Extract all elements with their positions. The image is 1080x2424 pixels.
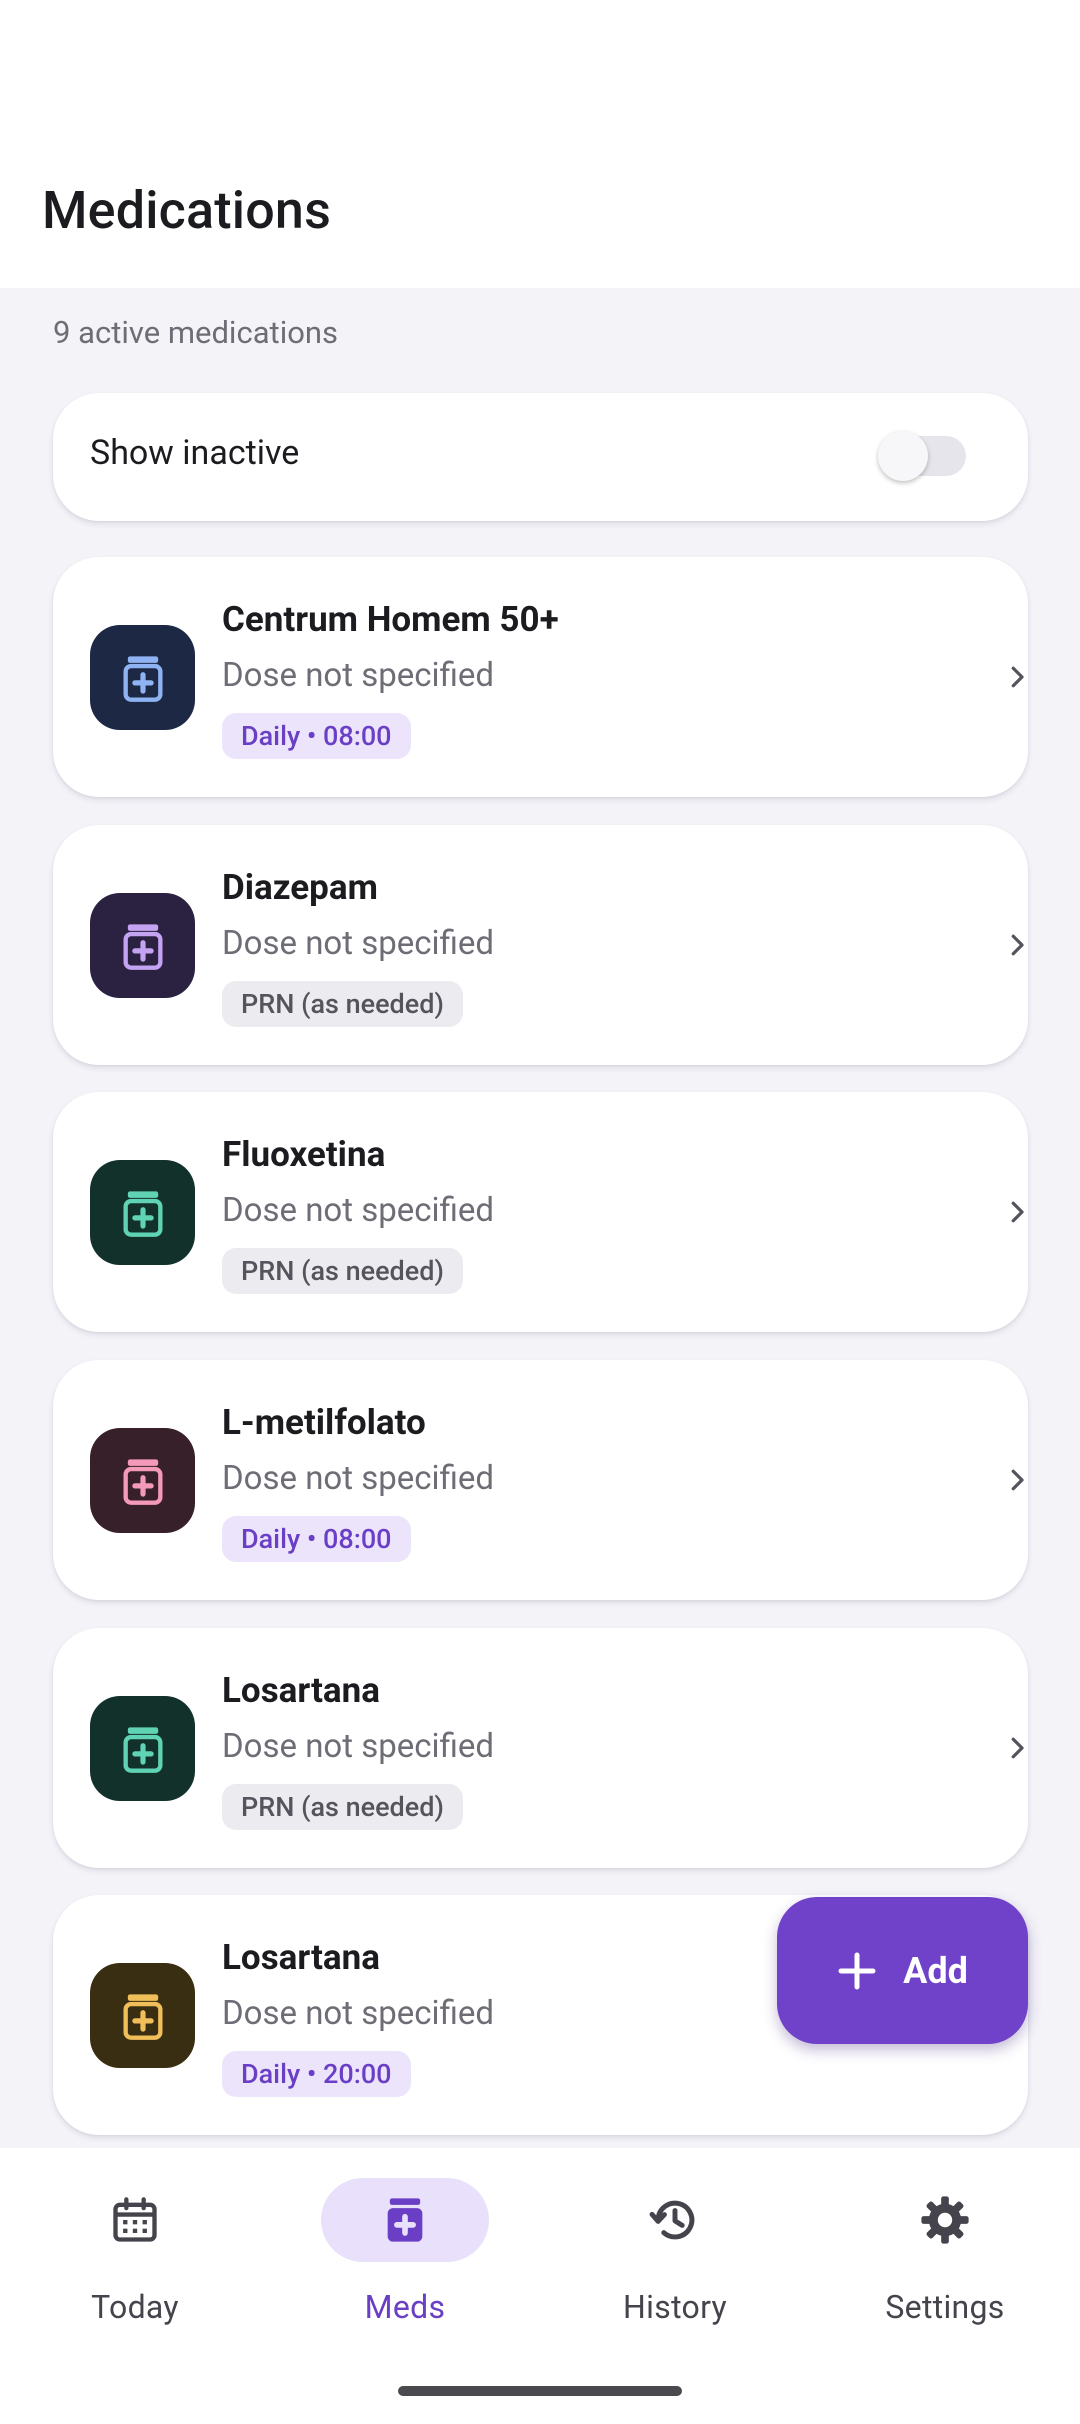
add-medication-button[interactable]: Add [777,1897,1028,2044]
schedule-chip: PRN (as needed) [222,1784,463,1830]
chevron-right-icon [999,927,1035,963]
show-inactive-switch[interactable] [878,431,966,481]
medicine-bottle-icon [90,1428,195,1533]
schedule-chip: Daily • 08:00 [222,1516,411,1562]
schedule-chip: PRN (as needed) [222,1248,463,1294]
chevron-right-icon [999,1194,1035,1230]
nav-item-settings[interactable]: Settings [810,2178,1080,2328]
page-title: Medications [42,180,332,241]
medicine-bottle-icon [90,893,195,998]
add-button-label: Add [903,1949,968,1992]
switch-knob [878,431,928,481]
top-app-bar: Medications [0,0,1080,288]
nav-item-history[interactable]: History [540,2178,810,2328]
medication-dose: Dose not specified [222,1191,494,1230]
medication-card[interactable]: L-metilfolato Dose not specified Daily •… [53,1360,1028,1600]
medication-dose: Dose not specified [222,924,494,963]
medication-card[interactable]: Centrum Homem 50+ Dose not specified Dai… [53,557,1028,797]
chevron-right-icon [999,1730,1035,1766]
chevron-right-icon [999,659,1035,695]
medication-card[interactable]: Diazepam Dose not specified PRN (as need… [53,825,1028,1065]
medicine-bottle-icon [90,1160,195,1265]
nav-label-settings: Settings [885,2288,1005,2326]
medication-dose: Dose not specified [222,1994,494,2033]
calendar-icon [51,2178,219,2262]
home-indicator[interactable] [398,2386,682,2396]
nav-label-history: History [623,2288,727,2326]
schedule-chip: Daily • 08:00 [222,713,411,759]
nav-item-today[interactable]: Today [0,2178,270,2328]
show-inactive-card[interactable]: Show inactive [53,393,1028,521]
medicine-bottle-icon [90,1963,195,2068]
plus-icon [838,1952,876,1989]
medication-dose: Dose not specified [222,1459,494,1498]
medication-dose: Dose not specified [222,656,494,695]
show-inactive-label: Show inactive [90,433,300,473]
medicine-bottle-icon [90,1696,195,1801]
history-icon [591,2178,759,2262]
medicine-bottle-icon [90,625,195,730]
medication-card[interactable]: Fluoxetina Dose not specified PRN (as ne… [53,1092,1028,1332]
gear-icon [861,2178,1029,2262]
medication-name: Diazepam [222,867,378,908]
bottom-navigation: Today Meds History Settings [0,2148,1080,2424]
active-count-text: 9 active medications [53,314,339,351]
medication-dose: Dose not specified [222,1727,494,1766]
medication-name: Losartana [222,1937,380,1978]
medicine-bottle-icon [321,2178,489,2262]
medication-name: Losartana [222,1670,380,1711]
schedule-chip: Daily • 20:00 [222,2051,411,2097]
medication-card[interactable]: Losartana Dose not specified PRN (as nee… [53,1628,1028,1868]
chevron-right-icon [999,1462,1035,1498]
medication-name: Fluoxetina [222,1134,386,1175]
nav-label-today: Today [91,2288,179,2326]
medication-name: Centrum Homem 50+ [222,599,559,640]
nav-label-meds: Meds [364,2288,446,2326]
schedule-chip: PRN (as needed) [222,981,463,1027]
medication-name: L-metilfolato [222,1402,426,1443]
nav-item-meds[interactable]: Meds [270,2178,540,2328]
